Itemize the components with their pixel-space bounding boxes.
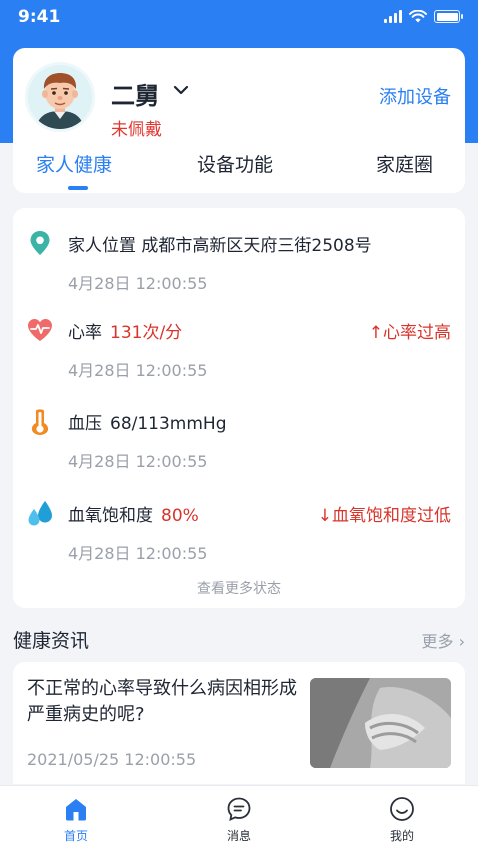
metric-heart-rate[interactable]: 心率 131次/分 ↑心率过高 4月28日 12:00:55: [13, 316, 465, 396]
metric-time: 4月28日 12:00:55: [68, 452, 208, 471]
metric-label: 血氧饱和度 80%: [68, 506, 199, 526]
metric-label: 血压 68/113mmHg: [68, 414, 227, 434]
blood-pressure-value: 68/113mmHg: [110, 414, 227, 434]
status-time: 9:41: [18, 7, 61, 27]
metric-location[interactable]: 家人位置 成都市高新区天府三街2508号 4月28日 12:00:55: [13, 229, 465, 309]
heart-rate-value: 131次/分: [110, 323, 183, 343]
blood-oxygen-warning: ↓血氧饱和度过低: [317, 506, 451, 526]
metric-time: 4月28日 12:00:55: [68, 544, 208, 563]
metric-time: 4月28日 12:00:55: [68, 274, 208, 293]
metric-blood-oxygen[interactable]: 血氧饱和度 80% ↓血氧饱和度过低 4月28日 12:00:55: [13, 499, 465, 579]
water-drops-icon: [28, 501, 52, 526]
tab-family-circle[interactable]: 家庭圈: [376, 150, 433, 177]
nav-home[interactable]: 首页: [36, 786, 116, 850]
battery-icon: [434, 10, 463, 23]
blood-oxygen-value: 80%: [161, 506, 199, 526]
message-icon: [227, 797, 251, 822]
profile-smile-icon: [390, 797, 414, 821]
status-bar: 9:41: [0, 0, 478, 36]
metric-blood-pressure[interactable]: 血压 68/113mmHg 4月28日 12:00:55: [13, 407, 465, 487]
nav-profile[interactable]: 我的: [362, 786, 442, 850]
news-section-title: 健康资讯: [13, 630, 90, 652]
wear-status: 未佩戴: [111, 120, 162, 140]
home-icon: [66, 799, 86, 821]
metric-time: 4月28日 12:00:55: [68, 361, 208, 380]
nav-messages[interactable]: 消息: [199, 786, 279, 850]
active-tab-indicator: [68, 186, 88, 190]
profile-card: 二舅 未佩戴 添加设备 家人健康 设备功能 家庭圈: [13, 48, 465, 193]
nav-label: 首页: [63, 829, 88, 843]
status-icons: [384, 10, 463, 23]
news-headline: 不正常的心率导致什么病因相形成严重病史的呢?: [27, 678, 297, 725]
bottom-nav: 首页 消息 我的: [0, 785, 478, 850]
wifi-icon: [409, 10, 427, 23]
metric-label: 家人位置 成都市高新区天府三街2508号: [68, 236, 372, 256]
metric-label: 心率 131次/分: [68, 323, 183, 343]
avatar-illustration: [28, 65, 92, 129]
news-more-link[interactable]: 更多 ›: [422, 628, 466, 652]
chevron-down-icon[interactable]: [173, 84, 189, 96]
location-address: 成都市高新区天府三街2508号: [141, 236, 372, 256]
tab-family-health[interactable]: 家人健康: [36, 150, 112, 177]
heart-rate-warning: ↑心率过高: [368, 323, 451, 343]
thermometer-icon: [31, 409, 49, 435]
news-section-header: 健康资讯 更多 ›: [13, 626, 465, 654]
tab-bar: 家人健康 设备功能 家庭圈: [13, 150, 465, 190]
nav-label: 我的: [389, 829, 414, 843]
tab-device-functions[interactable]: 设备功能: [197, 150, 273, 177]
avatar[interactable]: [25, 62, 95, 132]
user-name[interactable]: 二舅: [111, 76, 159, 111]
location-pin-icon: [30, 231, 50, 255]
heart-rate-icon: [28, 319, 52, 341]
news-thumbnail-image: [310, 678, 451, 768]
news-date: 2021/05/25 12:00:55: [27, 750, 197, 769]
signal-icon: [384, 10, 402, 23]
nav-label: 消息: [226, 829, 251, 843]
view-more-status-link[interactable]: 查看更多状态: [13, 578, 465, 598]
health-status-card: 家人位置 成都市高新区天府三街2508号 4月28日 12:00:55 心率 13…: [13, 208, 465, 608]
add-device-button[interactable]: 添加设备: [379, 83, 451, 109]
news-card[interactable]: 不正常的心率导致什么病因相形成严重病史的呢? 2021/05/25 12:00:…: [13, 662, 465, 784]
